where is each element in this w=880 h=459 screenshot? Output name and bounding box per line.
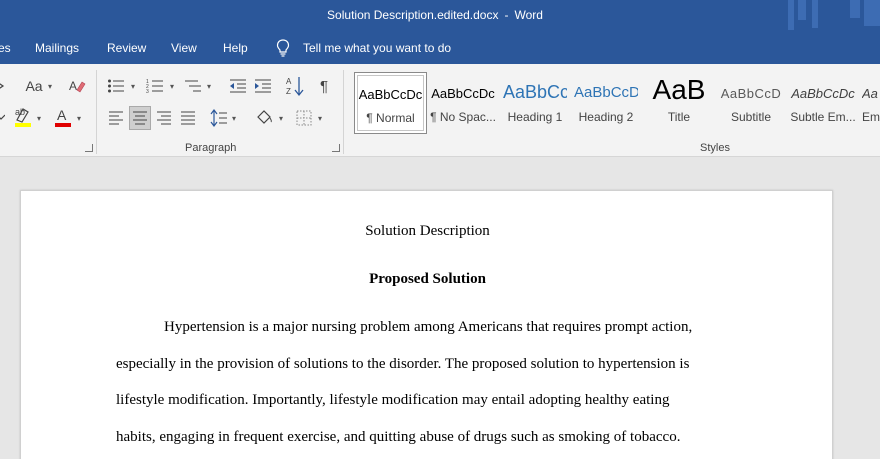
bullets-dropdown-icon[interactable]: ▾ — [131, 82, 135, 91]
styles-group-label: Styles — [700, 142, 730, 154]
bullets-icon[interactable] — [106, 76, 126, 96]
tell-me-search[interactable]: Tell me what you want to do — [303, 41, 451, 55]
text-highlight-icon[interactable]: ab — [12, 104, 34, 130]
tab-review[interactable]: Review — [107, 41, 146, 55]
style-name: Subtle Em... — [790, 110, 856, 124]
style-name: Em — [862, 110, 880, 124]
font-color-dropdown-icon[interactable]: ▾ — [77, 114, 81, 123]
paragraph-line: Hypertension is a major nursing problem … — [164, 319, 693, 335]
tab-help[interactable]: Help — [223, 41, 248, 55]
style-heading-2[interactable]: AaBbCcD Heading 2 — [574, 72, 638, 134]
lightbulb-icon[interactable] — [276, 39, 290, 57]
paragraph-line: lifestyle modification. Importantly, lif… — [116, 392, 670, 408]
svg-text:3: 3 — [146, 89, 149, 94]
style-name: Title — [667, 110, 691, 124]
style-name: Heading 1 — [507, 110, 563, 124]
font-dialog-launcher-icon[interactable] — [85, 144, 93, 152]
style-title[interactable]: AaB Title — [645, 72, 713, 134]
style-name: Subtitle — [730, 110, 772, 124]
style-preview: AaBbCcDc — [431, 86, 495, 101]
style-name: ¶ No Spac... — [430, 110, 496, 124]
chevron-down-icon[interactable] — [0, 107, 6, 127]
align-right-icon[interactable] — [154, 108, 174, 128]
svg-text:A: A — [69, 79, 77, 93]
paragraph-line: especially in the provision of solutions… — [116, 356, 690, 372]
paragraph-dialog-launcher-icon[interactable] — [332, 144, 340, 152]
document-page[interactable]: Solution Description Proposed Solution H… — [20, 190, 833, 459]
line-spacing-dropdown-icon[interactable]: ▾ — [232, 114, 236, 123]
highlight-dropdown-icon[interactable]: ▾ — [37, 114, 41, 123]
sort-icon[interactable]: AZ — [284, 74, 306, 98]
style-preview: AaBbCcDc — [358, 87, 423, 102]
svg-text:ab: ab — [15, 107, 25, 117]
style-preview: AaB — [652, 74, 706, 105]
clear-formatting-icon[interactable]: A — [66, 76, 88, 96]
increase-indent-icon[interactable] — [253, 76, 273, 96]
style-normal[interactable]: AaBbCcDc ¶ Normal — [354, 72, 427, 134]
font-color-icon[interactable]: A — [52, 104, 74, 130]
line-spacing-icon[interactable] — [209, 106, 229, 130]
shading-icon[interactable] — [254, 106, 276, 130]
section-heading: Proposed Solution — [369, 271, 486, 287]
ribbon-group-divider — [96, 70, 97, 154]
ribbon: Aa ▾ A ab ▾ A ▾ ▾ 123 ▾ ▾ AZ ¶ ▾ ▾ ▾ Par… — [0, 64, 880, 157]
change-case-button[interactable]: Aa — [24, 76, 44, 96]
decrease-indent-icon[interactable] — [228, 76, 248, 96]
align-center-icon[interactable] — [129, 106, 151, 130]
borders-icon[interactable] — [294, 108, 314, 128]
app-name: Word — [514, 8, 543, 22]
tab-references[interactable]: es — [0, 41, 11, 55]
document-name: Solution Description.edited.docx — [327, 8, 499, 22]
justify-icon[interactable] — [178, 108, 198, 128]
style-preview: AaBbCcD — [574, 84, 638, 101]
style-no-spacing[interactable]: AaBbCcDc ¶ No Spac... — [430, 72, 496, 134]
numbering-dropdown-icon[interactable]: ▾ — [170, 82, 174, 91]
svg-text:Z: Z — [286, 87, 291, 96]
tab-mailings[interactable]: Mailings — [35, 41, 79, 55]
style-name: ¶ Normal — [366, 111, 415, 125]
tab-view[interactable]: View — [171, 41, 197, 55]
style-name: Heading 2 — [578, 110, 634, 124]
style-emphasis[interactable]: Aa Em — [862, 72, 880, 134]
change-case-dropdown-icon[interactable]: ▾ — [48, 82, 52, 91]
window-title: Solution Description.edited.docx - Word — [0, 8, 870, 22]
document-title: Solution Description — [365, 223, 490, 239]
svg-text:A: A — [57, 107, 67, 123]
shading-dropdown-icon[interactable]: ▾ — [279, 114, 283, 123]
style-preview: AaBbCcDc — [791, 86, 855, 101]
paragraph-line: habits, engaging in frequent exercise, a… — [116, 429, 681, 445]
ribbon-tabs: es Mailings Review View Help Tell me wha… — [0, 32, 880, 64]
style-preview: AaBbCcD — [720, 86, 782, 101]
numbering-icon[interactable]: 123 — [145, 76, 165, 96]
multilevel-dropdown-icon[interactable]: ▾ — [207, 82, 211, 91]
font-size-decrease-icon[interactable] — [0, 76, 8, 96]
paragraph-group-label: Paragraph — [185, 142, 237, 154]
multilevel-list-icon[interactable] — [183, 76, 203, 96]
style-heading-1[interactable]: AaBbCc Heading 1 — [503, 72, 567, 134]
show-formatting-marks-icon[interactable]: ¶ — [314, 76, 334, 96]
ribbon-group-divider — [343, 70, 344, 154]
borders-dropdown-icon[interactable]: ▾ — [318, 114, 322, 123]
svg-text:A: A — [286, 77, 292, 86]
style-subtle-emphasis[interactable]: AaBbCcDc Subtle Em... — [790, 72, 856, 134]
style-subtitle[interactable]: AaBbCcD Subtitle — [718, 72, 784, 134]
style-preview: AaBbCc — [503, 82, 567, 102]
title-bar: Solution Description.edited.docx - Word — [0, 0, 880, 32]
style-preview: Aa — [862, 86, 878, 101]
align-left-icon[interactable] — [106, 108, 126, 128]
title-separator: - — [504, 8, 509, 22]
